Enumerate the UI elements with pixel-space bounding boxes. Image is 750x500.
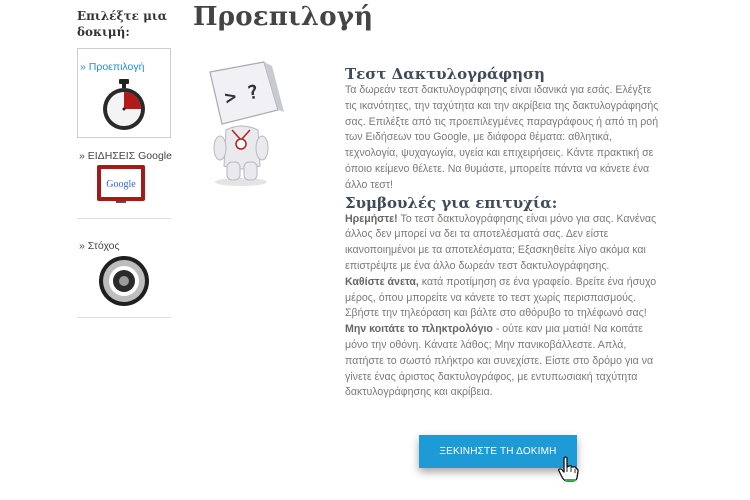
page-title: Προεπιλογή xyxy=(193,2,374,32)
tip-bold: Καθίστε άνετα, xyxy=(345,275,419,288)
hand-cursor-icon xyxy=(558,456,579,482)
tip-sit: Καθίστε άνετα, κατά προτίμηση σε ένα γρα… xyxy=(345,275,660,322)
tip-bold: Μην κοιτάτε το πληκτρολόγιο xyxy=(345,323,493,336)
sidebar-item-default[interactable]: » Προεπιλογή xyxy=(77,48,171,138)
sidebar-title: Επιλέξτε μια δοκιμή: xyxy=(77,9,167,39)
target-icon xyxy=(99,256,149,306)
stopwatch-icon xyxy=(103,79,145,130)
start-test-button[interactable]: ΞΕΚΙΝΗΣΤΕ ΤΗ ΔΟΚΙΜΗ xyxy=(419,435,577,468)
google-tv-icon: Google xyxy=(97,165,145,203)
section-title-typing-test: Τεστ Δακτυλογράφηση xyxy=(345,65,545,83)
intro-paragraph: Τα δωρεάν τεστ δακτυλογράφησης είναι ιδα… xyxy=(345,84,659,191)
sidebar-item-google-news[interactable]: » ΕΙΔΗΣΕΙΣ Google Google xyxy=(77,138,172,219)
sidebar-item-label: » Στόχος xyxy=(79,240,120,252)
sidebar-item-target[interactable]: » Στόχος xyxy=(77,228,171,318)
tip-keyboard: Μην κοιτάτε το πληκτρολόγιο - ούτε καν μ… xyxy=(345,322,660,401)
sidebar-item-label: » ΕΙΔΗΣΕΙΣ Google xyxy=(79,150,172,162)
tip-calm: Ηρεμήστε! Το τεστ δακτυλογράφησης είναι … xyxy=(345,212,660,275)
google-logo-text: Google xyxy=(106,179,136,190)
sidebar-item-label: » Προεπιλογή xyxy=(80,61,145,73)
main-content: Τεστ Δακτυλογράφηση Τα δωρεάν τεστ δακτυ… xyxy=(345,66,660,401)
tip-bold: Ηρεμήστε! xyxy=(345,212,398,225)
typing-mascot-icon: > ? xyxy=(209,61,284,186)
section-title-tips: Συμβουλές για επιτυχία: xyxy=(345,193,558,212)
